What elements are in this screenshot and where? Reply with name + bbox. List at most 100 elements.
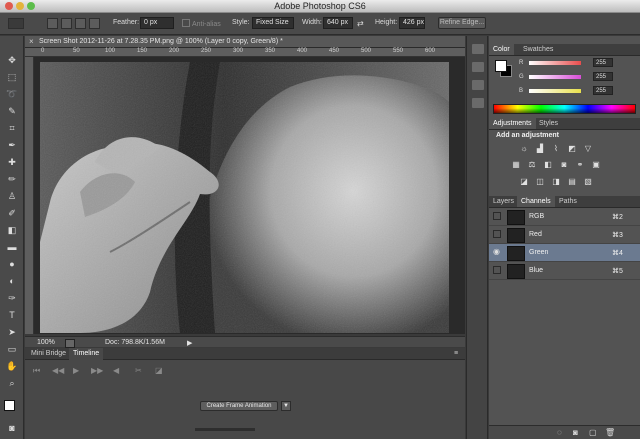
black-white-icon[interactable]: ◧ <box>543 160 553 169</box>
first-frame-icon[interactable]: ⏮ <box>33 366 40 376</box>
eye-icon[interactable]: ◉ <box>493 248 501 256</box>
tab-timeline[interactable]: Timeline <box>69 348 104 360</box>
play-icon[interactable]: ▶ <box>73 366 79 375</box>
brightness-contrast-icon[interactable]: ☼ <box>519 144 529 153</box>
channel-row-green[interactable]: ◉ Green ⌘4 <box>489 244 640 262</box>
intersect-selection-icon[interactable] <box>89 18 100 29</box>
color-foreground-swatch[interactable] <box>495 60 507 72</box>
info-panel-icon[interactable] <box>472 80 484 90</box>
width-input[interactable]: 640 px <box>323 17 353 29</box>
zoom-slider[interactable] <box>195 428 255 431</box>
visibility-toggle-icon[interactable] <box>493 230 501 238</box>
character-panel-icon[interactable] <box>472 98 484 108</box>
swap-dimensions-icon[interactable]: ⇄ <box>357 19 364 28</box>
gradient-map-icon[interactable]: ▤ <box>567 177 577 186</box>
antialias-checkbox[interactable]: Anti-alias <box>182 19 221 28</box>
subtract-from-selection-icon[interactable] <box>75 18 86 29</box>
hue-saturation-icon[interactable]: ▦ <box>511 160 521 169</box>
eyedropper-tool-icon[interactable]: ✒ <box>5 139 19 152</box>
next-frame-icon[interactable]: ▶▶ <box>91 366 103 375</box>
tab-channels[interactable]: Channels <box>517 196 555 207</box>
crop-tool-icon[interactable]: ⌗ <box>5 122 19 135</box>
channel-row-blue[interactable]: Blue ⌘5 <box>489 262 640 280</box>
brush-tool-icon[interactable]: ✏ <box>5 173 19 186</box>
blur-tool-icon[interactable]: ● <box>5 258 19 271</box>
status-icon[interactable] <box>65 339 75 348</box>
type-tool-icon[interactable]: T <box>5 309 19 322</box>
quick-mask-icon[interactable]: ◙ <box>5 422 19 435</box>
load-channel-selection-icon[interactable]: ◌ <box>557 428 562 437</box>
height-input[interactable]: 426 px <box>399 17 425 29</box>
threshold-icon[interactable]: ◨ <box>551 177 561 186</box>
b-slider[interactable] <box>529 89 581 93</box>
gradient-tool-icon[interactable]: ▬ <box>5 241 19 254</box>
tab-color[interactable]: Color <box>489 44 514 55</box>
foreground-color-swatch[interactable] <box>4 400 15 411</box>
previous-frame-icon[interactable]: ◀◀ <box>52 366 64 375</box>
r-value-input[interactable]: 255 <box>593 58 613 67</box>
path-selection-tool-icon[interactable]: ➤ <box>5 326 19 339</box>
document-tab[interactable]: × Screen Shot 2012-11-26 at 7.28.35 PM.p… <box>25 36 465 48</box>
color-lookup-icon[interactable]: ▣ <box>591 160 601 169</box>
add-to-selection-icon[interactable] <box>61 18 72 29</box>
tab-paths[interactable]: Paths <box>555 196 581 207</box>
clone-stamp-tool-icon[interactable]: ♙ <box>5 190 19 203</box>
marquee-tool-icon[interactable]: ⬚ <box>5 71 19 84</box>
eraser-tool-icon[interactable]: ◧ <box>5 224 19 237</box>
rectangle-tool-icon[interactable]: ▭ <box>5 343 19 356</box>
delete-channel-icon[interactable]: 🗑 <box>605 428 615 437</box>
channel-row-rgb[interactable]: RGB ⌘2 <box>489 208 640 226</box>
history-panel-icon[interactable] <box>472 44 484 54</box>
move-tool-icon[interactable]: ✥ <box>5 54 19 67</box>
healing-brush-tool-icon[interactable]: ✚ <box>5 156 19 169</box>
quick-selection-tool-icon[interactable]: ✎ <box>5 105 19 118</box>
properties-panel-icon[interactable] <box>472 62 484 72</box>
selective-color-icon[interactable]: ▧ <box>583 177 593 186</box>
invert-icon[interactable]: ◪ <box>519 177 529 186</box>
panel-menu-icon[interactable]: ≡ <box>450 348 462 360</box>
b-value-input[interactable]: 255 <box>593 86 613 95</box>
levels-icon[interactable]: ▟ <box>535 144 545 153</box>
photo-filter-icon[interactable]: ◙ <box>559 160 569 169</box>
vibrance-icon[interactable]: ▽ <box>583 144 593 153</box>
curves-icon[interactable]: ⌇ <box>551 144 561 153</box>
create-frame-animation-button[interactable]: Create Frame Animation <box>200 401 278 411</box>
posterize-icon[interactable]: ◫ <box>535 177 545 186</box>
zoom-level[interactable]: 100% <box>37 339 55 346</box>
transition-icon[interactable]: ◪ <box>155 366 163 375</box>
refine-edge-button[interactable]: Refine Edge... <box>438 17 486 29</box>
tab-layers[interactable]: Layers <box>489 196 518 207</box>
g-slider[interactable] <box>529 75 581 79</box>
audio-icon[interactable]: ◀ <box>113 366 119 375</box>
pen-tool-icon[interactable]: ✑ <box>5 292 19 305</box>
status-menu-arrow-icon[interactable]: ▶ <box>187 339 192 347</box>
visibility-toggle-icon[interactable] <box>493 266 501 274</box>
tab-styles[interactable]: Styles <box>535 118 562 129</box>
new-channel-icon[interactable]: ▢ <box>589 428 597 437</box>
g-value-input[interactable]: 255 <box>593 72 613 81</box>
channel-mixer-icon[interactable]: ⚭ <box>575 160 585 169</box>
hand-tool-icon[interactable]: ✋ <box>5 360 19 373</box>
chevron-down-icon[interactable]: ▼ <box>281 401 291 411</box>
feather-input[interactable]: 0 px <box>140 17 174 29</box>
tab-adjustments[interactable]: Adjustments <box>489 118 536 129</box>
save-selection-icon[interactable]: ◙ <box>573 428 578 437</box>
r-slider[interactable] <box>529 61 581 65</box>
visibility-toggle-icon[interactable] <box>493 212 501 220</box>
channel-row-red[interactable]: Red ⌘3 <box>489 226 640 244</box>
dodge-tool-icon[interactable]: ◐ <box>5 275 19 288</box>
color-balance-icon[interactable]: ⚖ <box>527 160 537 169</box>
color-spectrum-ramp[interactable] <box>493 104 636 114</box>
exposure-icon[interactable]: ◩ <box>567 144 577 153</box>
close-document-icon[interactable]: × <box>29 37 34 46</box>
history-brush-tool-icon[interactable]: ✐ <box>5 207 19 220</box>
zoom-tool-icon[interactable]: ⌕ <box>5 377 19 390</box>
tab-swatches[interactable]: Swatches <box>519 44 557 55</box>
tab-mini-bridge[interactable]: Mini Bridge <box>27 348 70 360</box>
new-selection-icon[interactable] <box>47 18 58 29</box>
marquee-tool-preset-icon[interactable] <box>8 18 24 29</box>
split-icon[interactable]: ✂ <box>135 366 142 375</box>
lasso-tool-icon[interactable]: ➰ <box>5 88 19 101</box>
style-select[interactable]: Fixed Size <box>252 17 294 29</box>
document-image[interactable] <box>40 62 449 333</box>
